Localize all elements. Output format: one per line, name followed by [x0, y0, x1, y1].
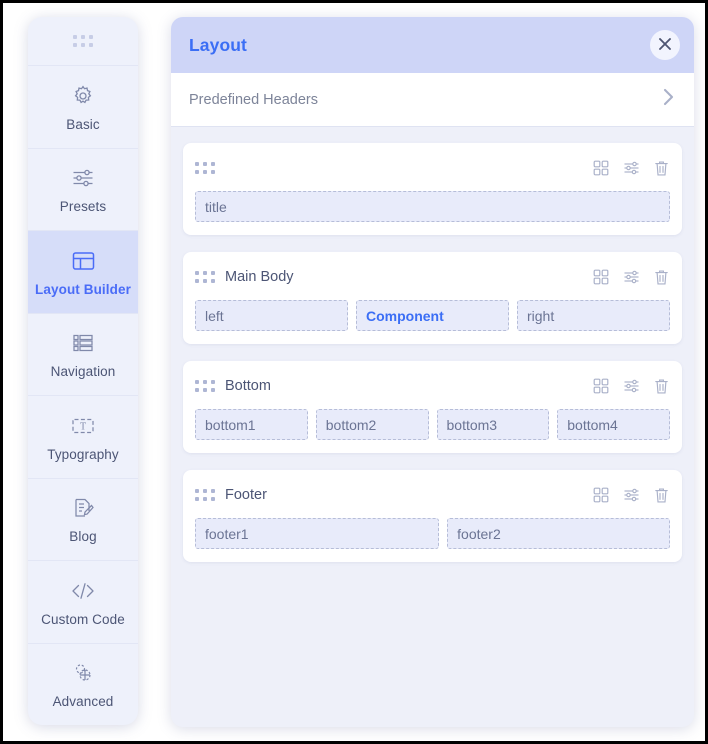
sidebar-item-label: Navigation — [50, 364, 116, 379]
layout-row-card: title — [183, 143, 682, 235]
sliders-settings-icon[interactable] — [622, 486, 640, 504]
layout-slot[interactable]: bottom2 — [315, 409, 429, 440]
row-slots: left Component right — [195, 300, 670, 331]
row-header — [195, 157, 670, 179]
sliders-settings-icon[interactable] — [622, 377, 640, 395]
sliders-settings-icon[interactable] — [622, 159, 640, 177]
row-header: Footer — [195, 484, 670, 506]
list-icon — [70, 330, 96, 356]
sidebar-item-label: Typography — [47, 446, 119, 462]
sidebar-item-layout-builder[interactable]: Layout Builder — [28, 231, 138, 314]
layout-slot[interactable]: left — [195, 300, 348, 331]
layout-slot[interactable]: Component — [356, 300, 509, 331]
code-icon — [70, 578, 96, 604]
row-drag-handle[interactable] — [195, 380, 215, 392]
sidebar-item-custom-code[interactable]: Custom Code — [28, 561, 138, 644]
sidebar-item-basic[interactable]: Basic — [28, 66, 138, 149]
row-slots: title — [195, 191, 670, 222]
drag-dots-icon — [195, 162, 215, 174]
layout-slot[interactable]: footer2 — [447, 518, 670, 549]
row-name: Footer — [225, 487, 267, 503]
layout-row-card: Footer footer1 footer2 — [183, 470, 682, 562]
edit-doc-icon — [70, 495, 96, 521]
sliders-icon — [70, 165, 96, 191]
trash-icon[interactable] — [652, 268, 670, 286]
layout-slot[interactable]: title — [195, 191, 670, 222]
row-drag-handle[interactable] — [195, 271, 215, 283]
drag-dots-icon — [73, 35, 93, 47]
layout-slot[interactable]: bottom4 — [557, 409, 670, 440]
layout-rows-list: title Main Body left Component right Bot… — [171, 127, 694, 727]
row-actions — [592, 377, 670, 395]
layout-row-card: Main Body left Component right — [183, 252, 682, 344]
drag-dots-icon — [195, 489, 215, 501]
drag-dots-icon — [195, 271, 215, 283]
sidebar-item-presets[interactable]: Presets — [28, 149, 138, 231]
sidebar: Basic Presets Layout Builder Navigation … — [28, 17, 138, 725]
grid-columns-icon[interactable] — [592, 159, 610, 177]
predefined-headers-label: Predefined Headers — [189, 91, 318, 108]
page-title: Layout — [189, 34, 247, 55]
layout-slot[interactable]: bottom1 — [195, 409, 308, 440]
sidebar-item-label: Basic — [66, 116, 100, 132]
row-name: Main Body — [225, 269, 294, 285]
sidebar-item-blog[interactable]: Blog — [28, 479, 138, 561]
row-header: Main Body — [195, 266, 670, 288]
advanced-icon — [70, 660, 96, 686]
sidebar-item-label: Presets — [59, 199, 107, 214]
row-header: Bottom — [195, 375, 670, 397]
sidebar-item-label: Layout Builder — [35, 281, 131, 297]
sliders-settings-icon[interactable] — [622, 268, 640, 286]
sidebar-item-label: Custom Code — [41, 611, 125, 627]
sidebar-item-typography[interactable]: T Typography — [28, 396, 138, 479]
sidebar-drag-handle[interactable] — [28, 17, 138, 66]
text-box-icon: T — [70, 413, 96, 439]
close-icon — [658, 37, 672, 54]
layout-icon — [70, 248, 96, 274]
row-actions — [592, 159, 670, 177]
layout-slot[interactable]: bottom3 — [436, 409, 550, 440]
chevron-right-icon — [663, 88, 674, 111]
sidebar-item-navigation[interactable]: Navigation — [28, 314, 138, 396]
predefined-headers-row[interactable]: Predefined Headers — [171, 73, 694, 127]
grid-columns-icon[interactable] — [592, 486, 610, 504]
row-name: Bottom — [225, 378, 271, 394]
grid-columns-icon[interactable] — [592, 268, 610, 286]
close-button[interactable] — [650, 30, 680, 60]
gear-icon — [70, 83, 96, 109]
drag-dots-icon — [195, 380, 215, 392]
trash-icon[interactable] — [652, 486, 670, 504]
svg-text:T: T — [80, 421, 86, 432]
row-slots: bottom1 bottom2 bottom3 bottom4 — [195, 409, 670, 440]
layout-row-card: Bottom bottom1 bottom2 bottom3 bottom4 — [183, 361, 682, 453]
sidebar-item-label: Blog — [69, 529, 97, 544]
row-drag-handle[interactable] — [195, 489, 215, 501]
app-viewport: Basic Presets Layout Builder Navigation … — [3, 3, 705, 741]
panel-header: Layout — [171, 17, 694, 73]
layout-slot[interactable]: right — [517, 300, 670, 331]
sidebar-item-label: Advanced — [52, 694, 114, 709]
row-drag-handle[interactable] — [195, 162, 215, 174]
row-slots: footer1 footer2 — [195, 518, 670, 549]
row-actions — [592, 268, 670, 286]
layout-slot[interactable]: footer1 — [195, 518, 440, 549]
trash-icon[interactable] — [652, 377, 670, 395]
layout-panel: Layout Predefined Headers title Main Bod… — [171, 17, 694, 727]
sidebar-item-advanced[interactable]: Advanced — [28, 644, 138, 726]
grid-columns-icon[interactable] — [592, 377, 610, 395]
row-actions — [592, 486, 670, 504]
trash-icon[interactable] — [652, 159, 670, 177]
